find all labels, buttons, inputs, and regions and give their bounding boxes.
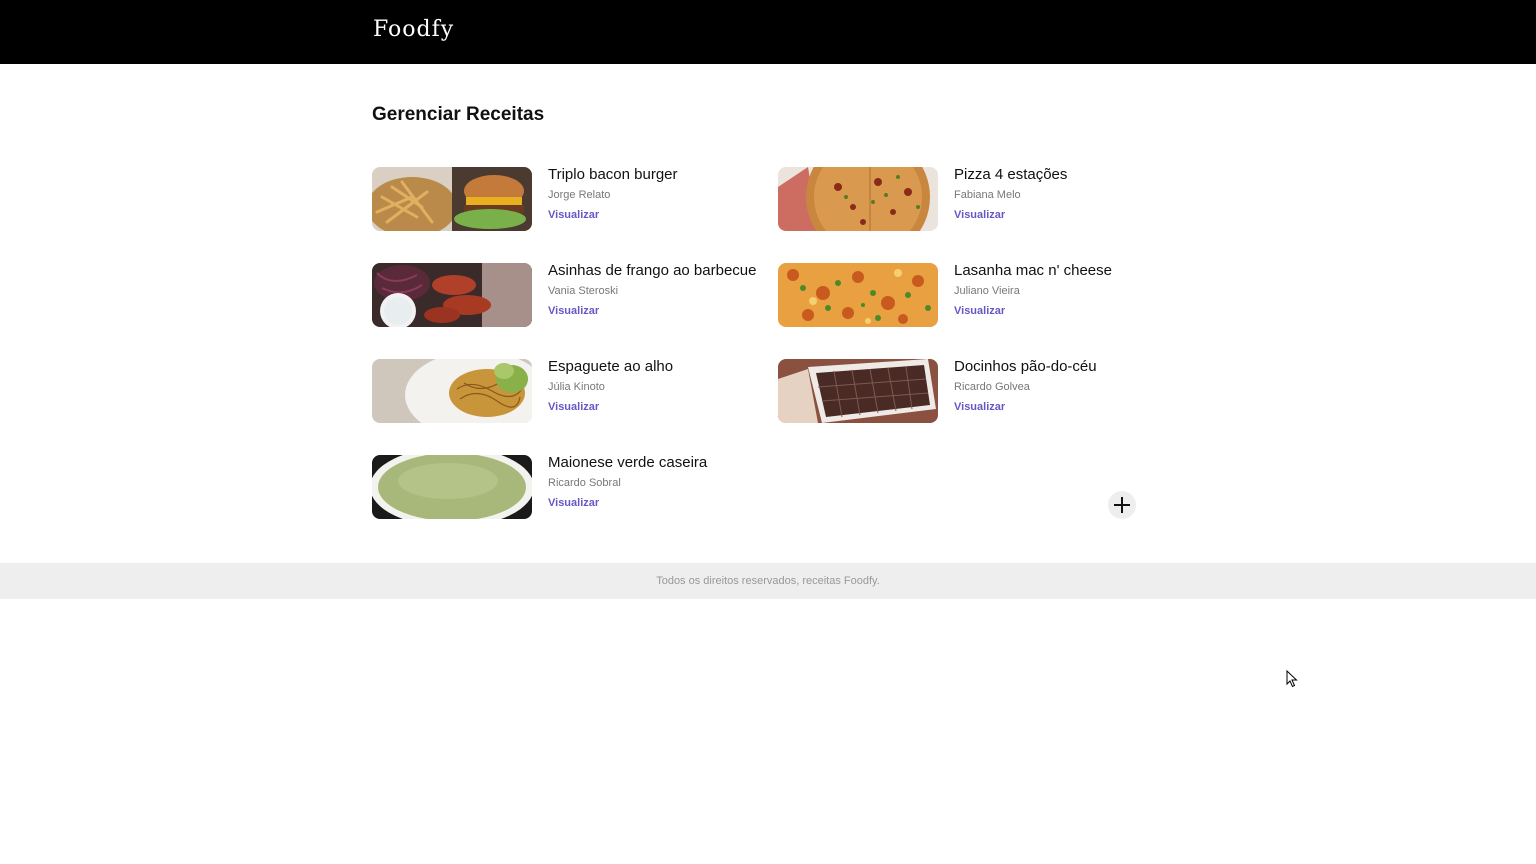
add-recipe-button[interactable]	[1108, 491, 1136, 519]
recipe-card: Espaguete ao alho Júlia Kinoto Visualiza…	[372, 358, 778, 423]
recipe-author: Ricardo Golvea	[954, 381, 1030, 393]
view-recipe-link[interactable]: Visualizar	[548, 400, 673, 414]
recipe-card: Asinhas de frango ao barbecue Vania Ster…	[372, 262, 778, 327]
plus-icon	[1114, 497, 1130, 513]
mouse-cursor-icon	[1286, 669, 1298, 693]
recipe-card: Lasanha mac n' cheese Juliano Vieira Vis…	[778, 262, 1152, 327]
recipe-list: Triplo bacon burger Jorge Relato Visuali…	[372, 166, 1152, 519]
recipe-title: Triplo bacon burger	[548, 166, 678, 183]
recipe-title: Asinhas de frango ao barbecue	[548, 262, 757, 279]
recipe-author: Vania Steroski	[548, 285, 619, 297]
view-recipe-link[interactable]: Visualizar	[954, 304, 1112, 318]
recipe-image[interactable]	[778, 263, 938, 327]
recipe-image[interactable]	[372, 263, 532, 327]
recipe-card: Triplo bacon burger Jorge Relato Visuali…	[372, 166, 778, 231]
view-recipe-link[interactable]: Visualizar	[548, 496, 707, 510]
recipe-card: Docinhos pão-do-céu Ricardo Golvea Visua…	[778, 358, 1152, 423]
recipe-title: Pizza 4 estações	[954, 166, 1068, 183]
recipe-title: Espaguete ao alho	[548, 358, 674, 375]
recipe-title: Docinhos pão-do-céu	[954, 358, 1097, 375]
recipe-card: Pizza 4 estações Fabiana Melo Visualizar	[778, 166, 1152, 231]
logo[interactable]: Foodfy	[373, 17, 454, 42]
recipe-image[interactable]	[372, 167, 532, 231]
recipe-author: Jorge Relato	[548, 189, 611, 201]
view-recipe-link[interactable]: Visualizar	[548, 208, 678, 222]
recipe-author: Ricardo Sobral	[548, 477, 621, 489]
recipe-image[interactable]	[372, 455, 532, 519]
recipe-image[interactable]	[372, 359, 532, 423]
view-recipe-link[interactable]: Visualizar	[954, 208, 1067, 222]
recipe-author: Júlia Kinoto	[548, 381, 605, 393]
top-bar: Foodfy	[0, 0, 1536, 64]
recipe-author: Fabiana Melo	[954, 189, 1021, 201]
page-title: Gerenciar Receitas	[372, 104, 545, 125]
recipe-author: Juliano Vieira	[954, 285, 1020, 297]
recipe-title: Lasanha mac n' cheese	[954, 262, 1112, 279]
recipe-card: Maionese verde caseira Ricardo Sobral Vi…	[372, 454, 778, 519]
view-recipe-link[interactable]: Visualizar	[548, 304, 756, 318]
recipe-image[interactable]	[778, 359, 938, 423]
view-recipe-link[interactable]: Visualizar	[954, 400, 1097, 414]
footer: Todos os direitos reservados, receitas F…	[0, 563, 1536, 599]
recipe-title: Maionese verde caseira	[548, 454, 708, 471]
recipe-image[interactable]	[778, 167, 938, 231]
footer-text: Todos os direitos reservados, receitas F…	[656, 575, 880, 587]
